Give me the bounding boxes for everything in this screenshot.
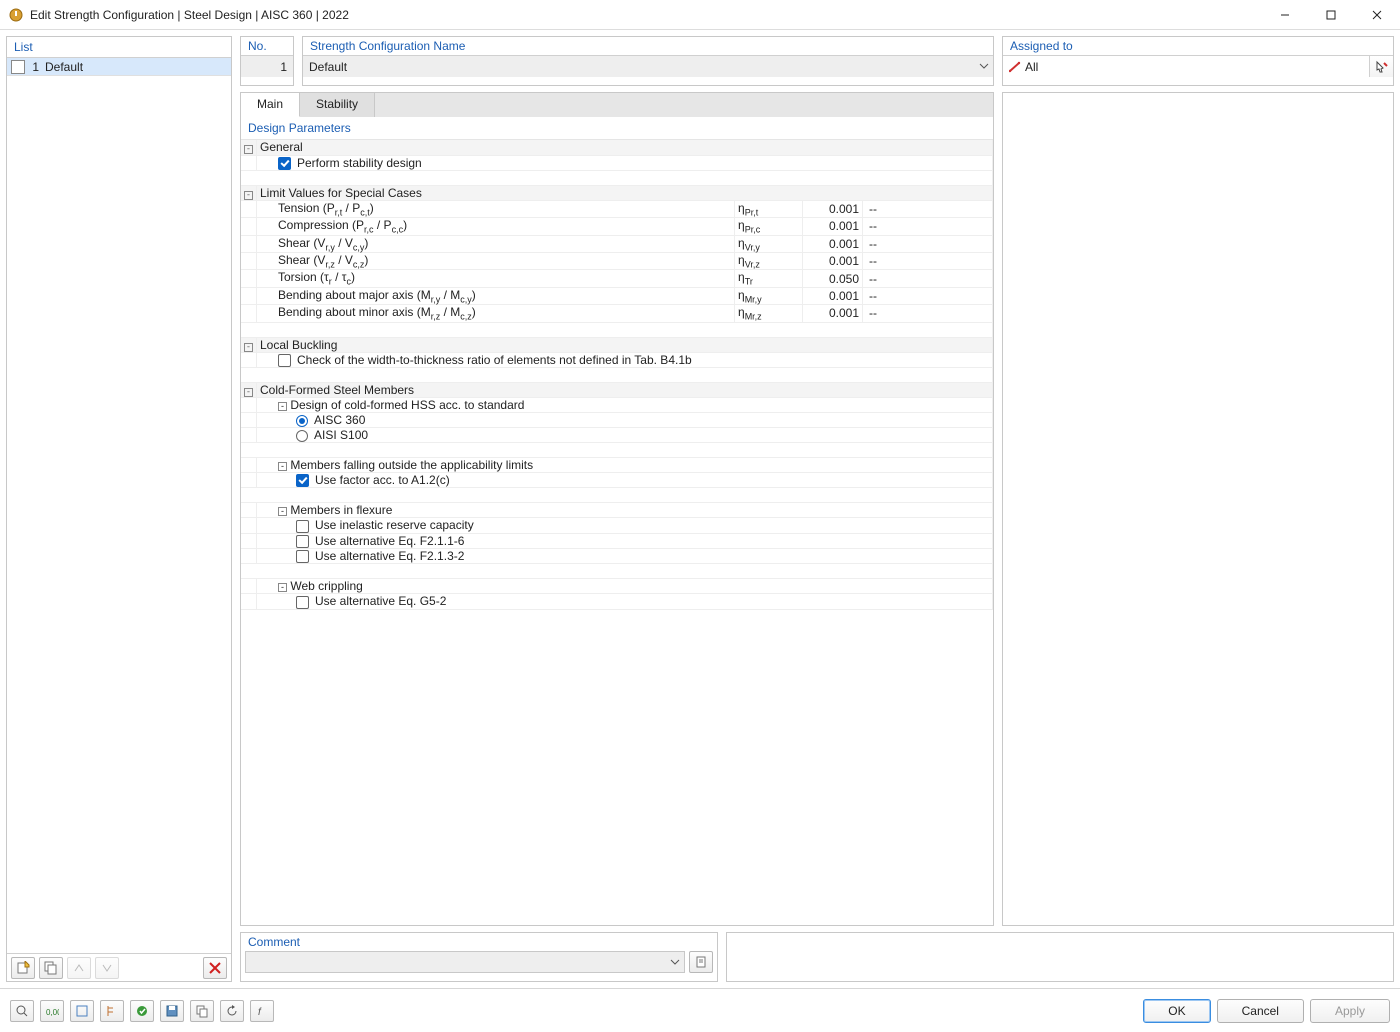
minimize-button[interactable] — [1262, 0, 1308, 29]
apply-button[interactable]: Apply — [1310, 999, 1390, 1023]
parameter-tree: -GeneralPerform stability design -Limit … — [241, 140, 993, 925]
list-item-label: Default — [43, 60, 83, 74]
chevron-down-icon — [670, 956, 680, 970]
assigned-input[interactable]: All — [1003, 56, 1369, 77]
local-buckling-checkbox[interactable] — [278, 354, 291, 367]
sort-asc-button[interactable] — [67, 957, 91, 979]
name-combo[interactable]: Default — [303, 55, 993, 77]
view-tree-button[interactable] — [100, 1000, 124, 1022]
alt-g52-checkbox[interactable] — [296, 596, 309, 609]
reset-button[interactable] — [220, 1000, 244, 1022]
assigned-label: Assigned to — [1003, 37, 1393, 55]
use-factor-checkbox[interactable] — [296, 474, 309, 487]
assigned-value: All — [1025, 60, 1038, 74]
extra-panel — [726, 932, 1394, 982]
window-title: Edit Strength Configuration | Steel Desi… — [30, 8, 1262, 22]
comment-edit-button[interactable] — [689, 951, 713, 973]
aisi-s100-radio[interactable] — [296, 430, 308, 442]
units-button[interactable]: 0,00 — [40, 1000, 64, 1022]
maximize-button[interactable] — [1308, 0, 1354, 29]
list-item[interactable]: 1 Default — [7, 58, 231, 76]
alt-f2132-checkbox[interactable] — [296, 550, 309, 563]
sort-desc-button[interactable] — [95, 957, 119, 979]
cancel-button[interactable]: Cancel — [1217, 999, 1304, 1023]
title-bar: Edit Strength Configuration | Steel Desi… — [0, 0, 1400, 30]
svg-text:f: f — [258, 1007, 262, 1018]
list-header: List — [7, 37, 231, 58]
inelastic-checkbox[interactable] — [296, 520, 309, 533]
number-label: No. — [241, 37, 293, 55]
ok-button[interactable]: OK — [1143, 999, 1210, 1023]
app-icon — [8, 7, 24, 23]
tab-main[interactable]: Main — [241, 93, 300, 117]
function-button[interactable]: f — [250, 1000, 274, 1022]
aisc360-radio[interactable] — [296, 415, 308, 427]
name-field: Strength Configuration Name Default — [302, 36, 994, 86]
number-field: No. 1 — [240, 36, 294, 86]
copy-all-button[interactable] — [190, 1000, 214, 1022]
list-panel: List 1 Default — [6, 36, 232, 982]
save-button[interactable] — [160, 1000, 184, 1022]
assigned-field: Assigned to All — [1002, 36, 1394, 86]
alt-f2116-checkbox[interactable] — [296, 535, 309, 548]
svg-text:0,00: 0,00 — [46, 1008, 59, 1017]
chevron-down-icon — [979, 60, 989, 74]
tab-stability[interactable]: Stability — [300, 93, 375, 117]
comment-combo[interactable] — [245, 951, 685, 973]
copy-button[interactable] — [39, 957, 63, 979]
comment-label: Comment — [241, 933, 717, 951]
number-value: 1 — [241, 55, 293, 77]
name-value: Default — [309, 60, 347, 74]
list-item-number: 1 — [29, 60, 43, 74]
name-label: Strength Configuration Name — [303, 37, 993, 55]
bottom-toolbar: 0,00 f OK Cancel Apply — [0, 988, 1400, 1032]
new-button[interactable] — [11, 957, 35, 979]
preview-panel — [1002, 92, 1394, 926]
close-button[interactable] — [1354, 0, 1400, 29]
pick-button[interactable] — [1369, 56, 1393, 77]
calc-button[interactable] — [130, 1000, 154, 1022]
perform-stability-checkbox[interactable] — [278, 157, 291, 170]
delete-button[interactable] — [203, 957, 227, 979]
section-title: Design Parameters — [241, 117, 993, 140]
comment-box: Comment — [240, 932, 718, 982]
members-icon — [1009, 61, 1021, 73]
list-item-checkbox[interactable] — [11, 60, 25, 74]
parameters-panel: Main Stability Design Parameters -Genera… — [240, 92, 994, 926]
view-box-button[interactable] — [70, 1000, 94, 1022]
search-button[interactable] — [10, 1000, 34, 1022]
